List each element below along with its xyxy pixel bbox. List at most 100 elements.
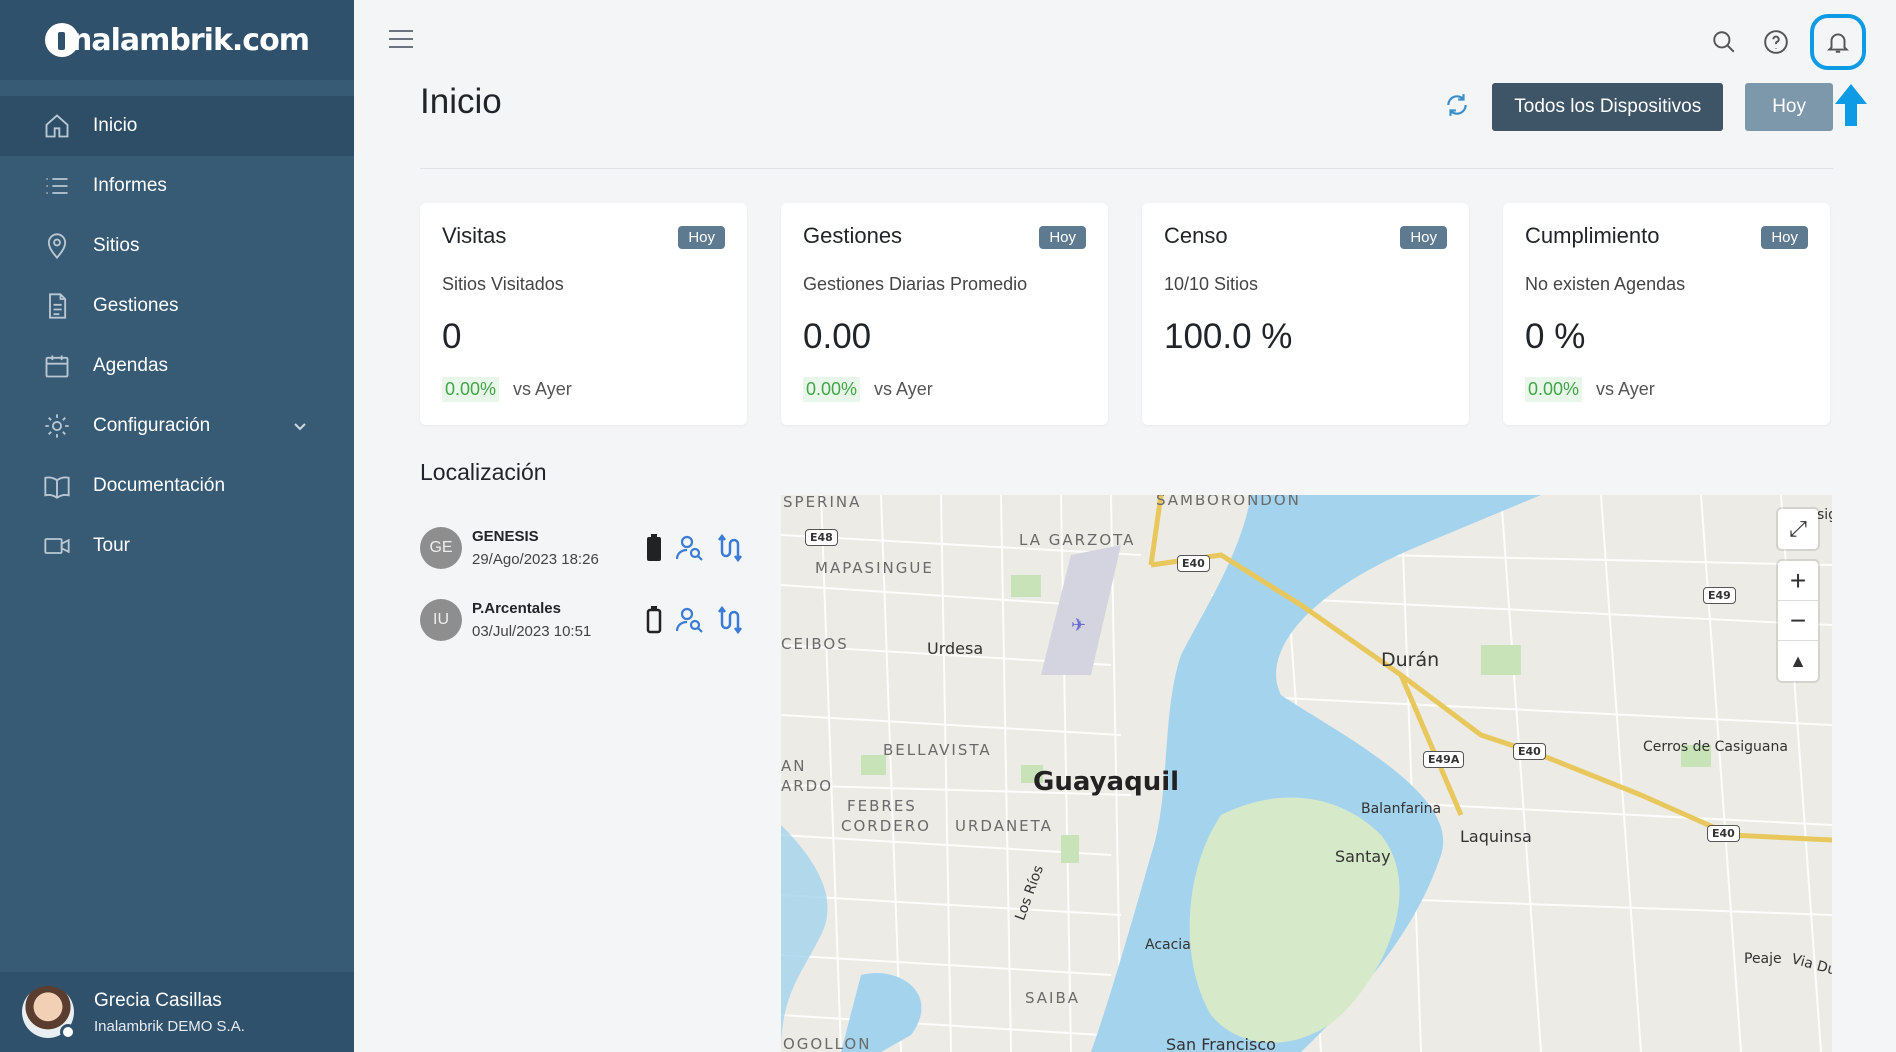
avatar [22, 986, 76, 1040]
delta-percent: 0.00% [803, 377, 861, 402]
map-label: Peaje [1744, 951, 1782, 967]
card-badge: Hoy [1761, 226, 1808, 249]
map-label: SPERINA [783, 495, 862, 511]
map-label: URDANETA [955, 817, 1053, 835]
user-org: Inalambrik DEMO S.A. [94, 1017, 245, 1035]
card-value: 0 % [1525, 317, 1586, 356]
sidebar-item-label: Agendas [93, 355, 169, 376]
map-label: Balanfarina [1361, 801, 1442, 817]
compass-icon[interactable]: ▲ [1778, 641, 1818, 681]
arrow-up-icon [1835, 84, 1867, 126]
card-delta: 0.00% vs Ayer [1525, 377, 1808, 402]
map-label: Santay [1335, 847, 1391, 866]
map-label: Laquinsa [1460, 827, 1532, 846]
road-shield: E48 [805, 529, 838, 546]
sidebar-item-informes[interactable]: Informes [0, 156, 354, 216]
delta-compare: vs Ayer [874, 379, 933, 399]
road-shield: E49A [1423, 751, 1465, 768]
calendar-icon [43, 352, 71, 380]
device-date: 03/Jul/2023 10:51 [472, 623, 592, 640]
zoom-out-button[interactable]: − [1778, 601, 1818, 641]
map-label: LA GARZOTA [1019, 531, 1136, 549]
sidebar-item-label: Tour [93, 535, 130, 556]
map-label: Urdesa [927, 639, 984, 658]
user-search-icon[interactable] [676, 535, 704, 561]
delta-compare: vs Ayer [513, 379, 572, 399]
delta-percent: 0.00% [1525, 377, 1583, 402]
map-label: Durán [1381, 649, 1440, 671]
device-avatar: GE [420, 527, 462, 569]
list-item[interactable]: GE GENESIS 29/Ago/2023 18:26 [420, 512, 750, 584]
map-label: Cerros de Casiguana [1643, 739, 1788, 755]
map-label: San Francisco [1166, 1035, 1276, 1052]
map-label: OGOLLON [783, 1035, 872, 1052]
airport-icon: ✈ [1071, 615, 1087, 635]
card-cumplimiento: Cumplimiento Hoy No existen Agendas 0 % … [1503, 203, 1830, 425]
sidebar-item-label: Gestiones [93, 295, 179, 316]
road-shield: E49 [1703, 587, 1736, 604]
sidebar-item-label: Inicio [93, 115, 138, 136]
zoom-in-button[interactable]: + [1778, 561, 1818, 601]
period-button[interactable]: Hoy [1745, 83, 1833, 131]
card-visitas: Visitas Hoy Sitios Visitados 0 0.00% vs A… [420, 203, 747, 425]
battery-empty-icon [646, 606, 662, 634]
user-search-icon[interactable] [676, 607, 704, 633]
device-name: P.Arcentales [472, 600, 561, 617]
card-delta: 0.00% vs Ayer [803, 377, 1086, 402]
device-list: GE GENESIS 29/Ago/2023 18:26 IU P.Arcent… [420, 512, 750, 656]
sidebar-item-label: Documentación [93, 475, 226, 496]
sidebar-item-documentacion[interactable]: Documentación [0, 456, 354, 516]
sidebar-item-label: Sitios [93, 235, 140, 256]
refresh-icon[interactable] [1444, 92, 1470, 123]
sidebar-item-inicio[interactable]: Inicio [0, 96, 354, 156]
list-item[interactable]: IU P.Arcentales 03/Jul/2023 10:51 [420, 584, 750, 656]
card-badge: Hoy [1039, 226, 1086, 249]
map-label: CORDERO [841, 817, 931, 835]
road-shield: E40 [1177, 555, 1210, 572]
delta-compare: vs Ayer [1596, 379, 1655, 399]
map-label: MAPASINGUE [815, 559, 934, 577]
map-label: Acacia [1145, 937, 1191, 953]
card-subtitle: 10/10 Sitios [1164, 274, 1259, 294]
card-badge: Hoy [678, 226, 725, 249]
divider [420, 168, 1833, 169]
card-value: 100.0 % [1164, 317, 1293, 356]
map[interactable]: SPERINA SAMBORONDON LA GARZOTA MAPASINGU… [781, 495, 1832, 1052]
card-delta: 0.00% vs Ayer [442, 377, 725, 402]
map-label: CEIBOS [781, 635, 849, 653]
sidebar-item-agendas[interactable]: Agendas [0, 336, 354, 396]
sidebar-item-configuracion[interactable]: Configuración [0, 396, 354, 456]
fullscreen-control[interactable]: ⤢ [1778, 509, 1818, 549]
device-avatar: IU [420, 599, 462, 641]
user-name: Grecia Casillas [94, 989, 222, 1011]
online-status-dot [60, 1024, 76, 1040]
help-icon[interactable] [1758, 24, 1794, 60]
logo-text: nalambrik.com [71, 22, 310, 58]
road-shield: E40 [1513, 743, 1546, 760]
sidebar-item-tour[interactable]: Tour [0, 516, 354, 576]
sidebar-item-label: Informes [93, 175, 167, 196]
card-subtitle: No existen Agendas [1525, 274, 1686, 294]
zoom-control: + − ▲ [1778, 561, 1818, 681]
sidebar-item-gestiones[interactable]: Gestiones [0, 276, 354, 336]
page-title: Inicio [420, 82, 502, 121]
gear-icon [43, 412, 71, 440]
notifications-button[interactable] [1810, 14, 1866, 70]
all-devices-button[interactable]: Todos los Dispositivos [1492, 83, 1724, 131]
route-icon[interactable] [718, 534, 744, 562]
route-icon[interactable] [718, 606, 744, 634]
logo[interactable]: nalambrik.com [0, 0, 354, 80]
user-profile[interactable]: Grecia Casillas Inalambrik DEMO S.A. [0, 972, 354, 1052]
map-label: BELLAVISTA [883, 741, 992, 759]
fullscreen-icon[interactable]: ⤢ [1778, 509, 1818, 549]
road-shield: E40 [1707, 825, 1740, 842]
chevron-down-icon[interactable] [290, 416, 310, 436]
device-date: 29/Ago/2023 18:26 [472, 551, 599, 568]
card-badge: Hoy [1400, 226, 1447, 249]
sidebar-item-sitios[interactable]: Sitios [0, 216, 354, 276]
search-icon[interactable] [1706, 24, 1742, 60]
menu-icon[interactable] [388, 28, 414, 50]
sidebar-item-label: Configuración [93, 415, 211, 436]
map-pin-icon [43, 232, 71, 260]
map-label: SAIBA [1025, 989, 1081, 1007]
